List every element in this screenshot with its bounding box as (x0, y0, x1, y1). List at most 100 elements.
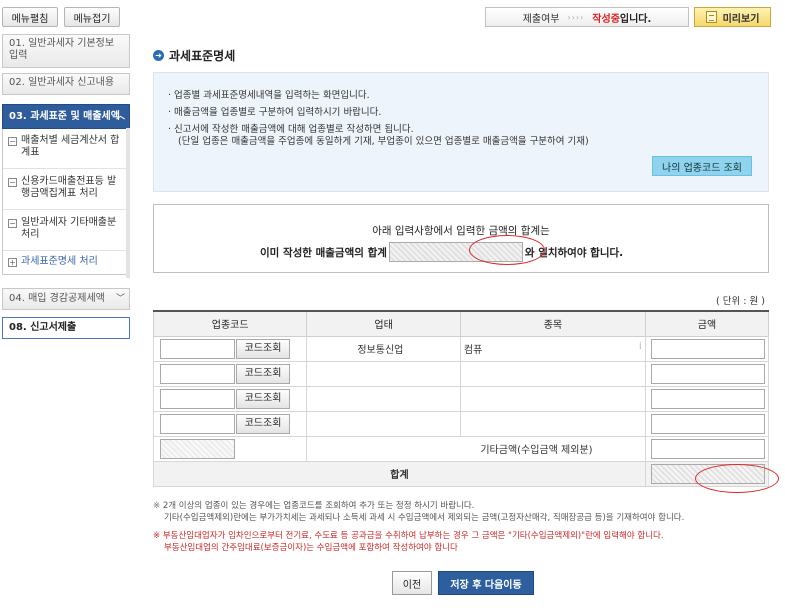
item-cell (459, 410, 646, 437)
minus-icon: − (8, 137, 17, 146)
sum-check-line1: 아래 입력사항에서 입력한 금액의 합계는 (372, 225, 550, 237)
submenu-item-label: 매출처별 세금계산서 합계표 (21, 135, 120, 158)
nav-item-report-content[interactable]: 02. 일반과세자 신고내용 (2, 73, 130, 95)
table-row: 코드조회 (152, 385, 770, 412)
submenu-item-label: 신용카드매출전표등 발행금액집계표 처리 (21, 176, 117, 199)
item-cell (459, 385, 646, 412)
section-header: ➜ 과세표준명세 (153, 47, 235, 64)
amount-input[interactable] (650, 363, 765, 384)
note-text: 2개 이상의 업종이 있는 경우에는 업종코드를 조회하여 추가 또는 정정 하… (162, 501, 475, 511)
prev-button[interactable]: 이전 (392, 571, 432, 595)
submenu-item-label: 일반과세자 기타매출분 처리 (21, 217, 117, 240)
amount-input[interactable] (650, 338, 765, 359)
sidebar-scrollbar[interactable] (126, 128, 130, 278)
collapse-menu-button[interactable]: 메뉴접기 (64, 7, 120, 27)
business-type-cell (306, 385, 461, 412)
minus-icon: − (8, 219, 17, 228)
business-type-cell (306, 410, 461, 437)
preview-label: 미리보기 (722, 13, 760, 25)
business-code-input-disabled (160, 438, 235, 459)
nav-item-label: 03. 과세표준 및 매출세액 (9, 111, 120, 122)
submenu-item-label: 과세표준명세 처리 (21, 256, 98, 267)
tax-base-table: 업종코드 업태 종목 금액 코드조회 정보통신업 컴퓨 ⁞ 코드조회 코드조회 코… (152, 310, 770, 487)
code-lookup-button[interactable]: 코드조회 (236, 338, 290, 359)
table-header-row: 업종코드 업태 종목 금액 (152, 310, 770, 337)
note-text: 부동산임대업자가 임차인으로부터 전기료, 수도료 등 공과금을 수취하여 납부… (162, 531, 664, 541)
status-label: 제출여부 (522, 13, 560, 25)
table-row: 코드조회 (152, 360, 770, 387)
info-line: · 매출금액을 업종별로 구분하여 입력하시기 바랍니다. (168, 107, 382, 118)
item-text: 컴퓨 (463, 345, 483, 356)
resize-handle-icon: ⁞ (638, 341, 642, 352)
table-total-row: 합계 (153, 460, 770, 487)
note-mark: ※ (153, 501, 161, 511)
business-code-input[interactable] (160, 338, 235, 359)
total-label: 합계 (153, 460, 646, 487)
nav-item-basic-info[interactable]: 01. 일반과세자 기본정보 입력 (2, 34, 130, 68)
status-arrows-icon: ›››› (567, 12, 585, 22)
nav-item-tax-base[interactable]: 03. 과세표준 및 매출세액 ︿ (2, 104, 130, 129)
submission-status-bar: 제출여부 ›››› 작성중입니다. (485, 7, 689, 27)
table-row: 코드조회 정보통신업 컴퓨 ⁞ (152, 335, 770, 362)
info-line: · 신고서에 작성한 매출금액에 대해 업종별로 작성하면 됩니다. (단일 업… (168, 121, 589, 148)
note-1: ※ 2개 이상의 업종이 있는 경우에는 업종코드를 조회하여 추가 또는 정정… (153, 500, 684, 524)
note-2: ※ 부동산임대업자가 임차인으로부터 전기료, 수도료 등 공과금을 수취하여 … (153, 530, 664, 554)
col-header-code: 업종코드 (152, 310, 308, 337)
amount-input[interactable] (650, 413, 765, 434)
item-cell: 컴퓨 ⁞ (459, 335, 646, 362)
sum-check-line2: 이미 작성한 매출금액의 합계 와 일치하여야 합니다. (260, 242, 623, 262)
col-header-amount: 금액 (644, 310, 770, 337)
submenu-item-tax-base-spec[interactable]: + 과세표준명세 처리 (3, 256, 129, 270)
nav-item-label: 02. 일반과세자 신고내용 (9, 77, 115, 88)
submenu-panel: − 매출처별 세금계산서 합계표 − 신용카드매출전표등 발행금액집계표 처리 … (2, 129, 130, 275)
preview-button[interactable]: 미리보기 (694, 7, 771, 27)
chevron-up-icon[interactable]: ︿ (116, 108, 125, 125)
other-amount-label: 기타금액(수입금액 제외분) (306, 435, 646, 462)
expand-menu-button[interactable]: 메뉴펼침 (2, 7, 58, 27)
table-row: 기타금액(수입금액 제외분) (152, 435, 770, 462)
submenu-item-tax-invoice[interactable]: − 매출처별 세금계산서 합계표 (3, 135, 129, 169)
note-mark: ※ (153, 531, 161, 541)
note-text-2: 부동산임대업의 간주임대료(보증금이자)는 수입금액에 포함하여 작성하여야 합… (164, 543, 458, 553)
unit-label: ( 단위 : 원 ) (716, 296, 765, 307)
submenu-item-other-sales[interactable]: − 일반과세자 기타매출분 처리 (3, 217, 129, 251)
nav-item-label: 01. 일반과세자 기본정보 입력 (9, 38, 115, 61)
nav-item-submit[interactable]: 08. 신고서제출 (2, 317, 130, 339)
submenu-item-credit-card[interactable]: − 신용카드매출전표등 발행금액집계표 처리 (3, 176, 129, 210)
business-code-input[interactable] (160, 388, 235, 409)
my-business-code-button[interactable]: 나의 업종코드 조회 (652, 156, 752, 176)
business-code-input[interactable] (160, 363, 235, 384)
sum-check-prefix: 이미 작성한 매출금액의 합계 (260, 246, 387, 259)
code-lookup-button[interactable]: 코드조회 (236, 363, 290, 384)
other-amount-input[interactable] (650, 438, 765, 459)
info-line-text: · 신고서에 작성한 매출금액에 대해 업종별로 작성하면 됩니다. (168, 124, 414, 135)
code-lookup-button[interactable]: 코드조회 (236, 413, 290, 434)
info-line: · 업종별 과세표준명세내역을 입력하는 화면입니다. (168, 90, 370, 101)
table-row: 코드조회 (152, 410, 770, 437)
info-box: · 업종별 과세표준명세내역을 입력하는 화면입니다. · 매출금액을 업종별로… (153, 72, 769, 192)
note-text-2: 기타(수입금액제외)란에는 부가가치세는 과세되나 소득세 과세 시 수입금액에… (164, 513, 685, 523)
amount-input[interactable] (650, 388, 765, 409)
nav-item-label: 08. 신고서제출 (9, 322, 77, 333)
info-subline: (단일 업종은 매출금액을 주업종에 동일하게 기재, 부업종이 있으면 업종별… (178, 136, 589, 147)
minus-icon: − (8, 178, 17, 187)
business-type-cell (306, 360, 461, 387)
highlight-oval (695, 464, 779, 493)
info-list: · 업종별 과세표준명세내역을 입력하는 화면입니다. · 매출금액을 업종별로… (168, 87, 589, 148)
arrow-circle-icon: ➜ (153, 50, 164, 61)
business-type-cell: 정보통신업 (306, 335, 461, 362)
status-state-value: 작성중 (592, 13, 620, 25)
chevron-down-icon[interactable]: ﹀ (116, 292, 125, 306)
business-code-input[interactable] (160, 413, 235, 434)
save-next-button[interactable]: 저장 후 다음이동 (438, 571, 534, 595)
document-icon (705, 11, 717, 23)
col-header-item: 종목 (459, 310, 646, 337)
status-state-suffix: 입니다. (619, 13, 652, 25)
sidebar: 메뉴펼침 메뉴접기 01. 일반과세자 기본정보 입력 02. 일반과세자 신고… (0, 0, 130, 611)
nav-item-purchase-deduction[interactable]: 04. 매입 경감공제세액 ﹀ (2, 288, 130, 310)
page-title: 과세표준명세 (169, 49, 236, 63)
menu-toggle-group: 메뉴펼침 메뉴접기 (2, 7, 120, 27)
code-lookup-button[interactable]: 코드조회 (236, 388, 290, 409)
item-cell (459, 360, 646, 387)
plus-icon: + (8, 258, 17, 267)
